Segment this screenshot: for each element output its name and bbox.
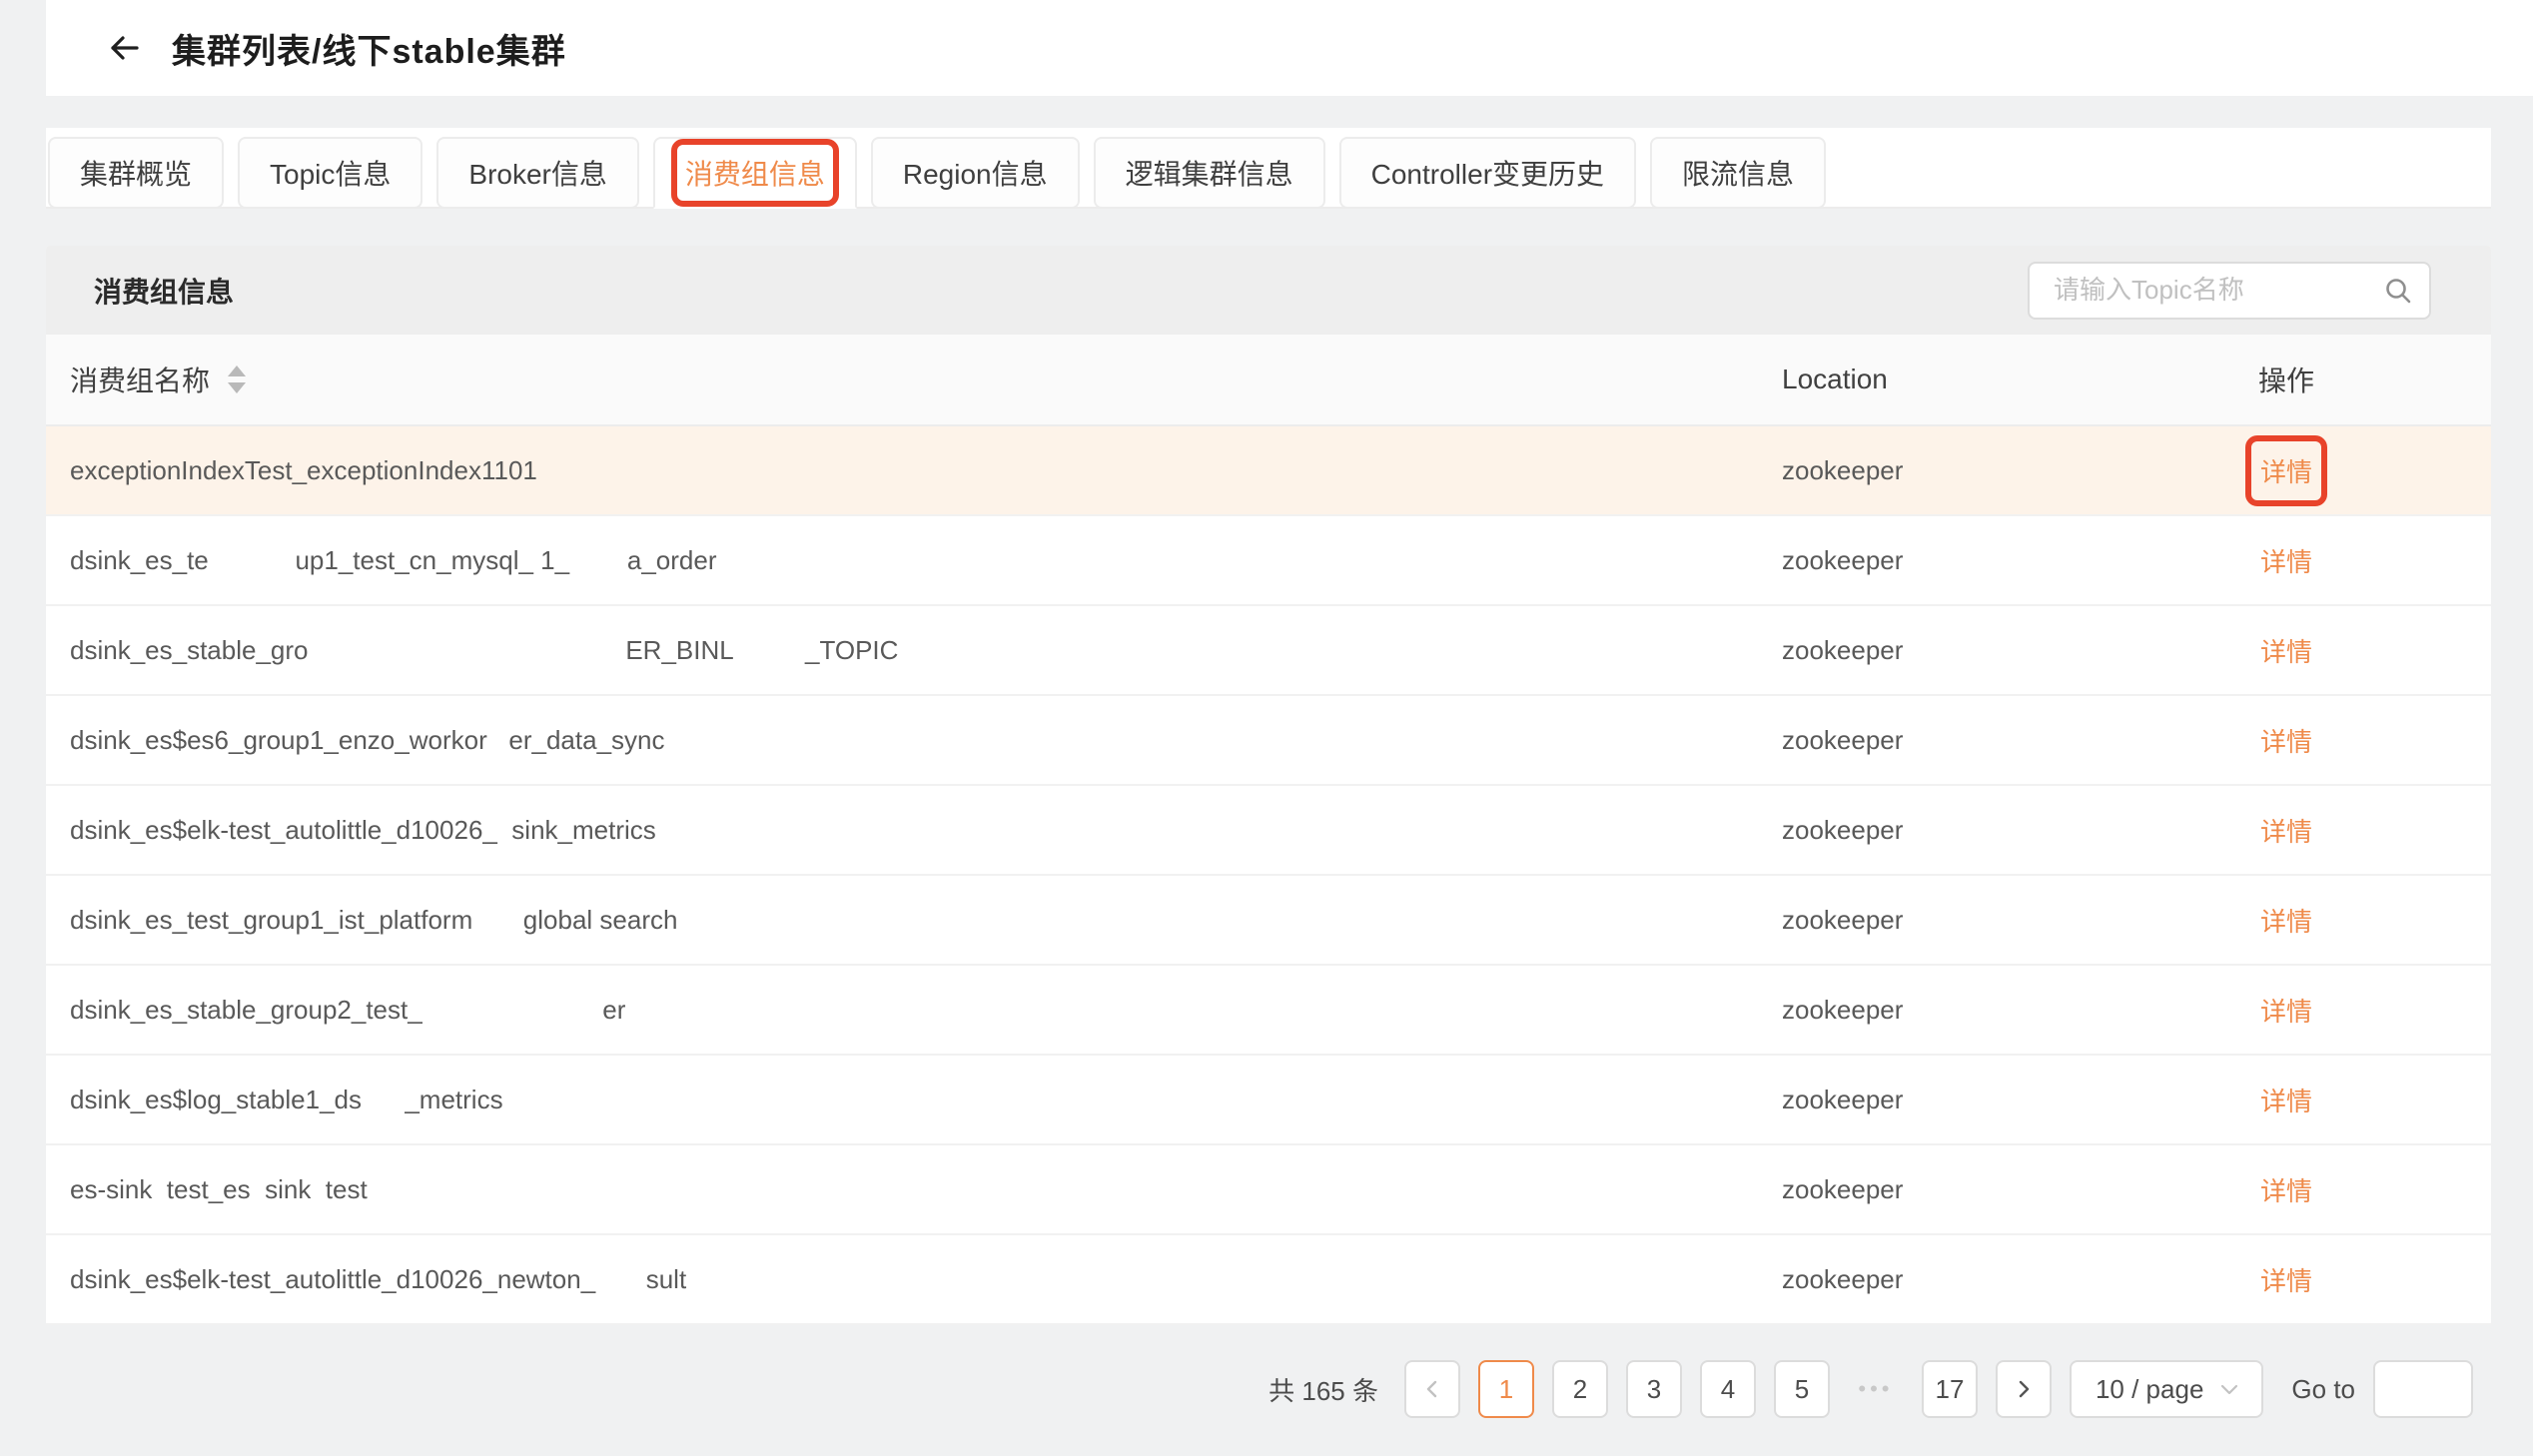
pagination-ellipsis[interactable]: ••• xyxy=(1848,1360,1904,1418)
action-cell: 详情 xyxy=(2191,992,2381,1029)
detail-link[interactable]: 详情 xyxy=(2260,457,2312,487)
consumer-group-name: dsink_es$es6_group1_enzo_workor er_data_… xyxy=(70,725,1732,756)
page: 集群列表/线下stable集群 集群概览 Topic信息 Broker信息 消费… xyxy=(0,0,2533,1456)
page-size-select[interactable]: 10 / page xyxy=(2070,1360,2263,1418)
tab-cluster-overview[interactable]: 集群概览 xyxy=(48,137,224,209)
table-row: dsink_es_test_group1_ist_platform global… xyxy=(46,876,2491,966)
table-row: exceptionIndexTest_exceptionIndex1101 zo… xyxy=(46,426,2491,516)
table-row: dsink_es_te up1_test_cn_mysql_ 1_ a_orde… xyxy=(46,516,2491,606)
detail-link[interactable]: 详情 xyxy=(2260,1266,2312,1296)
location-cell: zookeeper xyxy=(1732,635,2191,666)
table-body: exceptionIndexTest_exceptionIndex1101 zo… xyxy=(46,426,2491,1325)
table-row: es-sink test_es sink test zookeeper 详情 xyxy=(46,1145,2491,1235)
panel-header: 消费组信息 xyxy=(46,246,2491,335)
tab-consumer-group-info[interactable]: 消费组信息 xyxy=(653,137,857,209)
table-header-row: 消费组名称 Location 操作 xyxy=(46,335,2491,426)
location-cell: zookeeper xyxy=(1732,1264,2191,1295)
detail-link[interactable]: 详情 xyxy=(2260,727,2312,757)
chevron-right-icon xyxy=(2012,1377,2036,1401)
table-row: dsink_es$es6_group1_enzo_workor er_data_… xyxy=(46,696,2491,786)
panel-title: 消费组信息 xyxy=(94,271,234,311)
arrow-left-icon xyxy=(102,26,146,70)
detail-link[interactable]: 详情 xyxy=(2260,1176,2312,1206)
location-cell: zookeeper xyxy=(1732,725,2191,756)
consumer-group-name: dsink_es_stable_gro ER_BINL _TOPIC xyxy=(70,635,1732,666)
action-cell: 详情 xyxy=(2191,542,2381,579)
consumer-group-name: dsink_es$log_stable1_ds _metrics xyxy=(70,1085,1732,1115)
pagination-next-button[interactable] xyxy=(1996,1360,2052,1418)
location-cell: zookeeper xyxy=(1732,815,2191,846)
tab-topic-info[interactable]: Topic信息 xyxy=(238,137,422,209)
column-header-action: 操作 xyxy=(2191,360,2381,399)
pagination-page-3[interactable]: 3 xyxy=(1626,1360,1682,1418)
pagination-total: 共 165 条 xyxy=(1268,1371,1378,1408)
detail-link[interactable]: 详情 xyxy=(2260,547,2312,577)
search-icon[interactable] xyxy=(2383,276,2413,311)
consumer-group-name: dsink_es_stable_group2_test_ er xyxy=(70,995,1732,1026)
pagination-page-last[interactable]: 17 xyxy=(1922,1360,1978,1418)
tab-broker-info[interactable]: Broker信息 xyxy=(436,137,638,209)
back-button[interactable] xyxy=(102,26,146,70)
detail-link[interactable]: 详情 xyxy=(2260,907,2312,937)
pagination-page-1[interactable]: 1 xyxy=(1478,1360,1534,1418)
action-cell: 详情 xyxy=(2191,632,2381,669)
action-cell: 详情 xyxy=(2191,1082,2381,1118)
search-box xyxy=(2028,262,2431,320)
consumer-group-name: es-sink test_es sink test xyxy=(70,1174,1732,1205)
detail-link[interactable]: 详情 xyxy=(2260,817,2312,847)
detail-link[interactable]: 详情 xyxy=(2260,1087,2312,1116)
column-header-name: 消费组名称 xyxy=(70,360,1732,399)
action-cell: 详情 xyxy=(2191,452,2381,489)
pagination-page-2[interactable]: 2 xyxy=(1552,1360,1608,1418)
column-header-location: Location xyxy=(1732,364,2191,395)
pagination: 共 165 条 12345 ••• 17 10 / page Go to xyxy=(0,1360,2533,1418)
consumer-group-name: dsink_es$elk-test_autolittle_d10026_ sin… xyxy=(70,815,1732,846)
table-row: dsink_es$elk-test_autolittle_d10026_ sin… xyxy=(46,786,2491,876)
pagination-prev-button[interactable] xyxy=(1404,1360,1460,1418)
tab-region-info[interactable]: Region信息 xyxy=(871,137,1080,209)
action-cell: 详情 xyxy=(2191,722,2381,759)
consumer-group-name: dsink_es_te up1_test_cn_mysql_ 1_ a_orde… xyxy=(70,545,1732,576)
detail-link[interactable]: 详情 xyxy=(2260,637,2312,667)
caret-down-icon xyxy=(228,382,246,393)
search-input[interactable] xyxy=(2028,262,2431,320)
location-cell: zookeeper xyxy=(1732,905,2191,936)
goto-page-input[interactable] xyxy=(2373,1360,2473,1418)
action-cell: 详情 xyxy=(2191,812,2381,849)
pagination-page-5[interactable]: 5 xyxy=(1774,1360,1830,1418)
location-cell: zookeeper xyxy=(1732,545,2191,576)
page-title: 集群列表/线下stable集群 xyxy=(172,24,566,73)
chevron-left-icon xyxy=(1420,1377,1444,1401)
sort-icon[interactable] xyxy=(228,365,246,393)
tab-throttle-info[interactable]: 限流信息 xyxy=(1650,137,1826,209)
table-row: dsink_es$elk-test_autolittle_d10026_newt… xyxy=(46,1235,2491,1325)
chevron-down-icon xyxy=(2217,1377,2241,1401)
action-cell: 详情 xyxy=(2191,1171,2381,1208)
consumer-group-name: exceptionIndexTest_exceptionIndex1101 xyxy=(70,455,1732,486)
tabs: 集群概览 Topic信息 Broker信息 消费组信息 Region信息 逻辑集… xyxy=(46,128,2491,209)
pagination-page-4[interactable]: 4 xyxy=(1700,1360,1756,1418)
consumer-group-panel: 消费组信息 消费组名称 Location xyxy=(46,246,2491,1325)
location-cell: zookeeper xyxy=(1732,1085,2191,1115)
table-row: dsink_es$log_stable1_ds _metrics zookeep… xyxy=(46,1056,2491,1145)
table-row: dsink_es_stable_gro ER_BINL _TOPIC zooke… xyxy=(46,606,2491,696)
location-cell: zookeeper xyxy=(1732,995,2191,1026)
top-header: 集群列表/线下stable集群 xyxy=(46,0,2533,96)
action-cell: 详情 xyxy=(2191,902,2381,939)
caret-up-icon xyxy=(228,365,246,376)
tab-controller-history[interactable]: Controller变更历史 xyxy=(1339,137,1636,209)
tab-logic-cluster-info[interactable]: 逻辑集群信息 xyxy=(1094,137,1325,209)
goto-label: Go to xyxy=(2291,1374,2355,1405)
location-cell: zookeeper xyxy=(1732,1174,2191,1205)
consumer-group-name: dsink_es$elk-test_autolittle_d10026_newt… xyxy=(70,1264,1732,1295)
table-row: dsink_es_stable_group2_test_ er zookeepe… xyxy=(46,966,2491,1056)
consumer-group-name: dsink_es_test_group1_ist_platform global… xyxy=(70,905,1732,936)
detail-link[interactable]: 详情 xyxy=(2260,997,2312,1027)
action-cell: 详情 xyxy=(2191,1261,2381,1298)
location-cell: zookeeper xyxy=(1732,455,2191,486)
